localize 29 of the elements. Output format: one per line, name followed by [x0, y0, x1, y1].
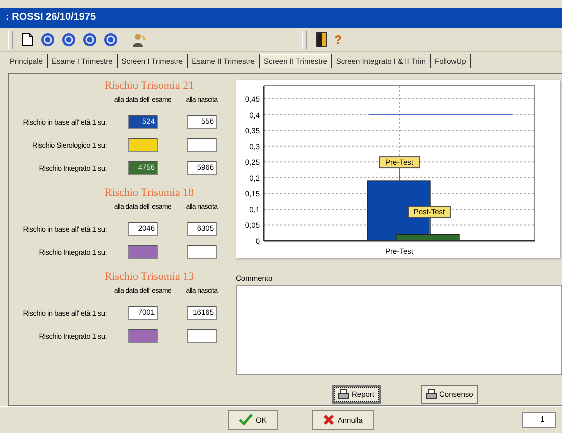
navigation-button[interactable] — [102, 32, 120, 48]
comment-field[interactable] — [236, 285, 562, 375]
disc-icon — [62, 32, 76, 46]
disc-icon — [83, 32, 97, 46]
exit-button[interactable] — [314, 30, 330, 48]
person-icon — [131, 32, 147, 48]
printer-icon — [426, 389, 438, 400]
navigation-button[interactable] — [81, 32, 99, 48]
window-title: : ROSSI 26/10/1975 — [0, 8, 562, 28]
door-icon — [316, 32, 328, 48]
navigation-button[interactable] — [60, 32, 78, 48]
checkmark-icon — [239, 414, 253, 426]
printer-icon — [338, 389, 350, 400]
close-icon — [322, 414, 335, 426]
document-icon — [22, 32, 34, 46]
value-field[interactable] — [128, 138, 158, 152]
navigation-button[interactable] — [39, 32, 57, 48]
section-title: Rischio Trisomia 21 — [104, 80, 196, 92]
section-title: Rischio Trisomia 18 — [104, 187, 196, 199]
section-title: Rischio Trisomia 13 — [104, 271, 196, 283]
value-field[interactable] — [187, 329, 217, 343]
value-field[interactable] — [187, 138, 217, 152]
new-document-button[interactable] — [20, 32, 36, 48]
value-field[interactable] — [128, 329, 158, 343]
page-number-field[interactable]: 1 — [522, 412, 556, 428]
disc-icon — [104, 32, 118, 46]
value-field[interactable] — [187, 245, 217, 259]
value-field[interactable] — [128, 245, 158, 259]
disc-icon — [41, 32, 55, 46]
